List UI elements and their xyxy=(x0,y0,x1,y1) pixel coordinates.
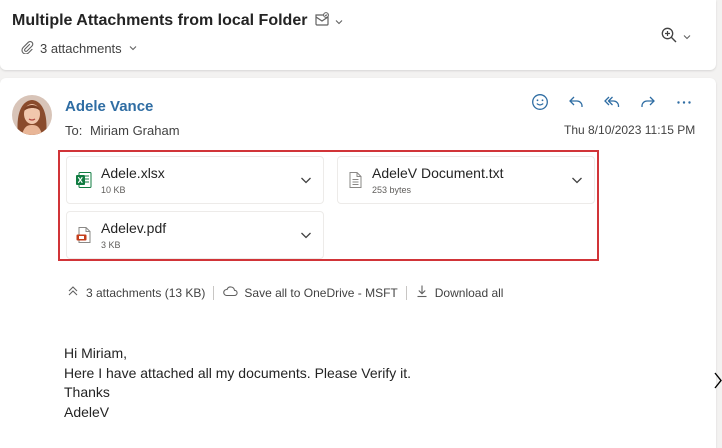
save-all-onedrive-button[interactable]: Save all to OneDrive - MSFT xyxy=(222,284,398,301)
reply-icon[interactable] xyxy=(566,92,586,112)
excel-icon xyxy=(75,171,93,194)
attachment-name: AdeleV Document.txt xyxy=(372,165,504,181)
cloud-icon xyxy=(222,284,238,301)
body-line: Hi Miriam, xyxy=(64,345,127,361)
pdf-icon xyxy=(75,226,93,249)
subject-tools xyxy=(314,12,344,33)
attachments-summary[interactable]: 3 attachments xyxy=(20,40,138,57)
attachment-name: Adelev.pdf xyxy=(101,220,167,236)
divider xyxy=(405,285,407,300)
attachment-name: Adele.xlsx xyxy=(101,165,165,181)
message-actions xyxy=(530,92,694,112)
download-all-label: Download all xyxy=(434,285,504,300)
attachments-highlight: Adele.xlsx 10 KB AdeleV Document.txt 253… xyxy=(58,150,599,261)
paperclip-icon xyxy=(20,40,34,57)
attachment-tile-pdf[interactable]: Adelev.pdf 3 KB xyxy=(66,211,324,259)
zoom-button[interactable] xyxy=(660,26,692,49)
chevron-down-icon xyxy=(682,29,692,47)
message-card: Adele Vance To: Miriam Graham Thu 8/10/2… xyxy=(0,78,716,448)
text-file-icon xyxy=(346,171,364,194)
chevron-down-icon[interactable] xyxy=(299,173,313,192)
chevron-up-double-icon xyxy=(66,284,80,301)
recipient-line: To: Miriam Graham xyxy=(65,123,180,138)
chevron-down-icon[interactable] xyxy=(334,14,344,32)
save-all-label: Save all to OneDrive - MSFT xyxy=(244,285,398,300)
recipient-name[interactable]: Miriam Graham xyxy=(90,123,180,138)
message-header: Multiple Attachments from local Folder 3… xyxy=(0,0,716,70)
sent-date: Thu 8/10/2023 11:15 PM xyxy=(564,123,696,137)
mouse-cursor-icon xyxy=(714,372,722,395)
attachment-actions-bar: 3 attachments (13 KB) Save all to OneDri… xyxy=(66,284,503,301)
chevron-down-icon[interactable] xyxy=(299,228,313,247)
reply-all-icon[interactable] xyxy=(602,92,622,112)
more-options-icon[interactable] xyxy=(674,92,694,112)
mark-status-icon[interactable] xyxy=(314,12,330,33)
attachment-size: 3 KB xyxy=(101,240,121,250)
body-line: Here I have attached all my documents. P… xyxy=(64,364,412,381)
zoom-in-icon xyxy=(660,26,678,49)
attachment-tile-xlsx[interactable]: Adele.xlsx 10 KB xyxy=(66,156,324,204)
attachments-count-label: 3 attachments (13 KB) xyxy=(86,285,206,300)
attachment-size: 253 bytes xyxy=(372,185,412,195)
message-body: Hi Miriam, Here I have attached all my d… xyxy=(64,344,411,422)
attachment-size: 10 KB xyxy=(101,185,126,195)
avatar[interactable] xyxy=(12,95,52,135)
attachments-summary-label: 3 attachments xyxy=(40,41,122,56)
sender-name[interactable]: Adele Vance xyxy=(65,98,153,115)
chevron-down-icon[interactable] xyxy=(570,173,584,192)
body-line: AdeleV xyxy=(64,403,110,420)
to-label: To: xyxy=(65,123,83,138)
download-icon xyxy=(415,284,429,301)
download-all-button[interactable]: Download all xyxy=(415,284,504,301)
collapse-attachments-button[interactable]: 3 attachments (13 KB) xyxy=(66,284,205,301)
divider xyxy=(213,285,215,300)
message-subject: Multiple Attachments from local Folder xyxy=(12,12,308,29)
chevron-down-icon xyxy=(128,41,138,56)
emoji-icon[interactable] xyxy=(530,92,550,112)
body-line: Thanks xyxy=(64,384,110,400)
forward-icon[interactable] xyxy=(638,92,658,112)
attachment-tile-txt[interactable]: AdeleV Document.txt 253 bytes xyxy=(337,156,595,204)
